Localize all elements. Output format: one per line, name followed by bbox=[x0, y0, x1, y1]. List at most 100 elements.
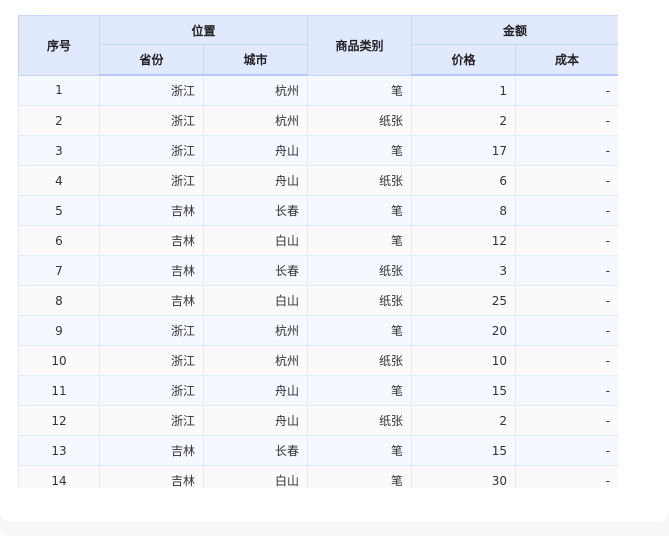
cell-province[interactable]: 吉林 bbox=[99, 195, 204, 226]
cell-index[interactable]: 6 bbox=[18, 225, 100, 256]
cell-cost[interactable]: - bbox=[515, 375, 618, 406]
header-province[interactable]: 省份 bbox=[99, 44, 204, 76]
cell-price[interactable]: 15 bbox=[411, 375, 517, 406]
cell-price[interactable]: 6 bbox=[411, 165, 517, 196]
cell-index[interactable]: 2 bbox=[18, 105, 100, 136]
table-row[interactable]: 12 浙江 舟山 纸张 2- bbox=[18, 405, 618, 436]
table-row[interactable]: 6 吉林 白山笔 12- bbox=[18, 225, 618, 256]
cell-city[interactable]: 杭州 bbox=[202, 315, 309, 346]
cell-category[interactable]: 纸张 bbox=[307, 255, 413, 286]
cell-index[interactable]: 8 bbox=[18, 285, 100, 316]
cell-cost[interactable]: - bbox=[515, 345, 618, 376]
cell-city[interactable]: 杭州 bbox=[202, 74, 309, 106]
cell-category[interactable]: 笔 bbox=[307, 74, 413, 106]
cell-province[interactable]: 吉林 bbox=[99, 225, 204, 256]
cell-price[interactable]: 15 bbox=[411, 435, 517, 466]
cell-city[interactable]: 杭州 bbox=[202, 345, 309, 376]
cell-index[interactable]: 3 bbox=[18, 135, 100, 166]
cell-price[interactable]: 25 bbox=[411, 285, 517, 316]
header-location-group[interactable]: 位置 bbox=[98, 15, 309, 45]
cell-province[interactable]: 浙江 bbox=[99, 135, 204, 166]
cell-city[interactable]: 舟山 bbox=[202, 135, 309, 166]
table-row[interactable]: 14 吉林 白山笔 30- bbox=[18, 465, 618, 488]
table-row[interactable]: 8 吉林 白山 纸张 25- bbox=[18, 285, 618, 316]
cell-cost[interactable]: - bbox=[515, 195, 618, 226]
table-row[interactable]: 9 浙江 杭州笔 20- bbox=[18, 315, 618, 346]
cell-province[interactable]: 吉林 bbox=[99, 285, 204, 316]
cell-cost[interactable]: - bbox=[515, 74, 618, 106]
table-row[interactable]: 4 浙江 舟山 纸张 6- bbox=[18, 165, 618, 196]
cell-category[interactable]: 笔 bbox=[307, 225, 413, 256]
cell-category[interactable]: 纸张 bbox=[307, 405, 413, 436]
cell-category[interactable]: 纸张 bbox=[307, 345, 413, 376]
cell-index[interactable]: 14 bbox=[18, 465, 100, 488]
table-row[interactable]: 3 浙江 舟山笔 17- bbox=[18, 135, 618, 166]
cell-province[interactable]: 吉林 bbox=[99, 255, 204, 286]
cell-province[interactable]: 浙江 bbox=[99, 405, 204, 436]
cell-cost[interactable]: - bbox=[515, 135, 618, 166]
cell-price[interactable]: 2 bbox=[411, 405, 517, 436]
table-row[interactable]: 7 吉林 长春 纸张 3- bbox=[18, 255, 618, 286]
cell-category[interactable]: 笔 bbox=[307, 135, 413, 166]
cell-cost[interactable]: - bbox=[515, 315, 618, 346]
cell-city[interactable]: 杭州 bbox=[202, 105, 309, 136]
cell-cost[interactable]: - bbox=[515, 225, 618, 256]
cell-price[interactable]: 8 bbox=[411, 195, 517, 226]
cell-province[interactable]: 浙江 bbox=[99, 74, 204, 106]
header-price[interactable]: 价格 bbox=[411, 44, 517, 76]
cell-cost[interactable]: - bbox=[515, 285, 618, 316]
table-row[interactable]: 1 浙江 杭州笔 1- bbox=[18, 74, 618, 106]
table-row[interactable]: 2 浙江 杭州 纸张 2- bbox=[18, 105, 618, 136]
cell-category[interactable]: 纸张 bbox=[307, 105, 413, 136]
pivot-table[interactable]: 序号 位置 商品类别 金额 省份 城市 价格 成本 1 浙江 杭州笔 1- 2 浙江 杭州… bbox=[18, 15, 618, 488]
cell-province[interactable]: 浙江 bbox=[99, 165, 204, 196]
cell-category[interactable]: 笔 bbox=[307, 195, 413, 226]
cell-index[interactable]: 4 bbox=[18, 165, 100, 196]
table-row[interactable]: 5 吉林 长春笔 8- bbox=[18, 195, 618, 226]
table-row[interactable]: 11 浙江 舟山笔 15- bbox=[18, 375, 618, 406]
cell-city[interactable]: 白山 bbox=[202, 225, 309, 256]
cell-cost[interactable]: - bbox=[515, 405, 618, 436]
cell-city[interactable]: 长春 bbox=[202, 195, 309, 226]
cell-index[interactable]: 5 bbox=[18, 195, 100, 226]
cell-province[interactable]: 浙江 bbox=[99, 375, 204, 406]
cell-price[interactable]: 2 bbox=[411, 105, 517, 136]
cell-category[interactable]: 纸张 bbox=[307, 165, 413, 196]
cell-category[interactable]: 笔 bbox=[307, 465, 413, 488]
cell-category[interactable]: 笔 bbox=[307, 435, 413, 466]
cell-province[interactable]: 吉林 bbox=[99, 465, 204, 488]
cell-index[interactable]: 7 bbox=[18, 255, 100, 286]
cell-index[interactable]: 12 bbox=[18, 405, 100, 436]
cell-index[interactable]: 1 bbox=[18, 74, 100, 106]
cell-city[interactable]: 舟山 bbox=[202, 405, 309, 436]
header-cost[interactable]: 成本 bbox=[515, 44, 618, 76]
cell-price[interactable]: 3 bbox=[411, 255, 517, 286]
cell-city[interactable]: 长春 bbox=[202, 255, 309, 286]
cell-price[interactable]: 10 bbox=[411, 345, 517, 376]
cell-index[interactable]: 13 bbox=[18, 435, 100, 466]
header-amount-group[interactable]: 金额 bbox=[411, 15, 618, 45]
cell-city[interactable]: 白山 bbox=[202, 285, 309, 316]
cell-cost[interactable]: - bbox=[515, 165, 618, 196]
cell-cost[interactable]: - bbox=[515, 105, 618, 136]
header-city[interactable]: 城市 bbox=[202, 44, 309, 76]
cell-province[interactable]: 浙江 bbox=[99, 345, 204, 376]
header-index[interactable]: 序号 bbox=[18, 15, 100, 76]
cell-index[interactable]: 11 bbox=[18, 375, 100, 406]
cell-index[interactable]: 9 bbox=[18, 315, 100, 346]
cell-price[interactable]: 1 bbox=[411, 74, 517, 106]
header-category[interactable]: 商品类别 bbox=[307, 15, 413, 76]
cell-price[interactable]: 17 bbox=[411, 135, 517, 166]
cell-index[interactable]: 10 bbox=[18, 345, 100, 376]
cell-price[interactable]: 12 bbox=[411, 225, 517, 256]
cell-category[interactable]: 纸张 bbox=[307, 285, 413, 316]
cell-province[interactable]: 吉林 bbox=[99, 435, 204, 466]
cell-cost[interactable]: - bbox=[515, 255, 618, 286]
cell-cost[interactable]: - bbox=[515, 435, 618, 466]
cell-province[interactable]: 浙江 bbox=[99, 105, 204, 136]
cell-province[interactable]: 浙江 bbox=[99, 315, 204, 346]
table-row[interactable]: 13 吉林 长春笔 15- bbox=[18, 435, 618, 466]
table-row[interactable]: 10 浙江 杭州 纸张 10- bbox=[18, 345, 618, 376]
cell-price[interactable]: 30 bbox=[411, 465, 517, 488]
cell-category[interactable]: 笔 bbox=[307, 315, 413, 346]
